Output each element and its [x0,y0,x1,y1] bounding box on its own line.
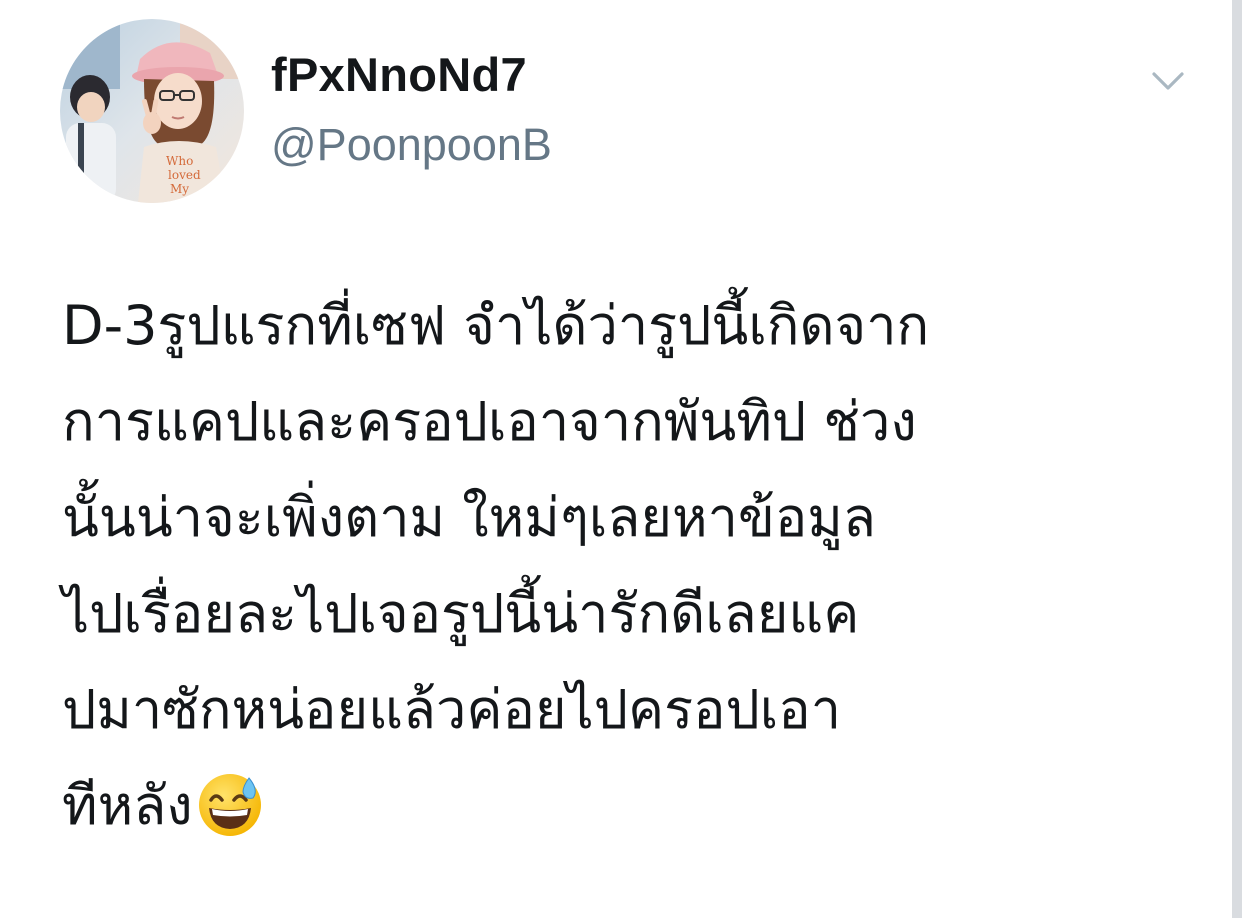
tweet-text-line: ปมาซักหน่อยแล้วค่อยไปครอปเอา [62,678,842,741]
tweet-text-line: D-3รูปแรกที่เซฟ จำได้ว่ารูปนี้เกิดจาก [62,294,930,357]
tweet-card: Who loved My fPxNnoNd7 @PoonpoonB D-3รูป… [0,0,1230,918]
tweet-text-line: นั้นน่าจะเพิ่งตาม ใหม่ๆเลยหาข้อมูล [62,486,876,549]
user-handle[interactable]: @PoonpoonB [271,114,552,176]
user-info[interactable]: fPxNnoNd7 @PoonpoonB [271,44,552,176]
grinning-face-with-sweat-icon [197,772,263,868]
avatar[interactable]: Who loved My [60,19,244,203]
avatar-shirt-text: Who [166,154,193,168]
tweet-text: D-3รูปแรกที่เซฟ จำได้ว่ารูปนี้เกิดจาก กา… [62,278,1222,868]
svg-text:My: My [170,182,189,196]
chevron-down-icon[interactable] [1148,62,1188,102]
scroll-edge [1232,0,1242,918]
svg-text:loved: loved [168,168,201,182]
display-name[interactable]: fPxNnoNd7 [271,44,552,106]
tweet-text-line: ไปเรื่อยละไปเจอรูปนี้น่ารักดีเลยแค [62,582,860,645]
tweet-text-line: ทีหลัง [62,774,193,837]
tweet-text-line: การแคปและครอปเอาจากพันทิป ช่วง [62,390,917,453]
tweet-text-last-line: ทีหลัง [62,758,1222,868]
avatar-image: Who loved My [60,19,244,203]
